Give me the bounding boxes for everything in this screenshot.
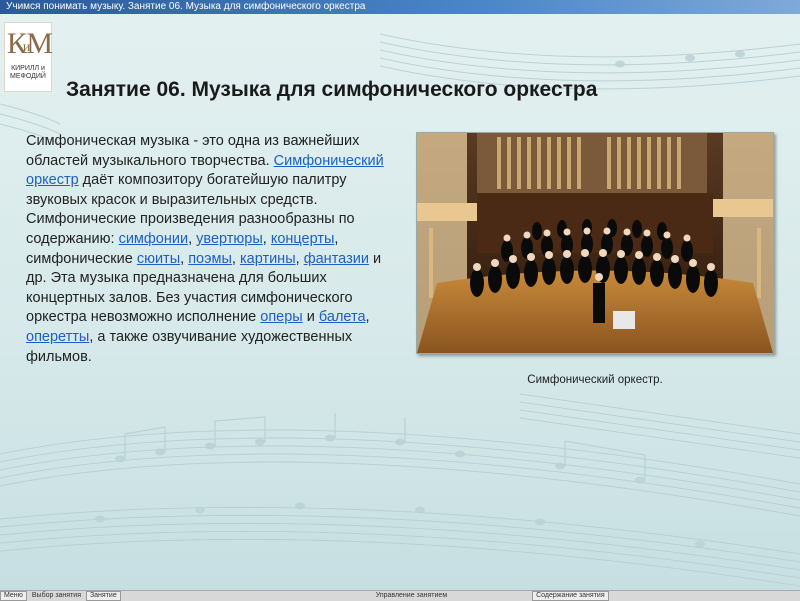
text-part: , bbox=[188, 230, 197, 247]
photo-caption: Симфонический оркестр. bbox=[527, 374, 663, 386]
logo-name-line1: КИРИЛЛ и bbox=[11, 65, 45, 72]
orchestra-photo bbox=[416, 132, 774, 354]
link-symphonies[interactable]: симфонии bbox=[119, 231, 189, 247]
text-part: , bbox=[365, 309, 370, 326]
link-poems[interactable]: поэмы bbox=[188, 251, 232, 267]
text-part: и bbox=[302, 309, 319, 326]
link-fantasies[interactable]: фантазии bbox=[304, 251, 369, 267]
link-concertos[interactable]: концерты bbox=[271, 231, 335, 247]
text-part: , bbox=[295, 250, 304, 267]
logo-name-line2: МЕФОДИЙ bbox=[10, 73, 46, 80]
logo-monogram: КиМ bbox=[6, 27, 53, 60]
lesson-heading: Занятие 06. Музыка для симфонического ор… bbox=[66, 78, 598, 101]
link-operettas[interactable]: оперетты bbox=[26, 329, 89, 345]
link-ballets[interactable]: балета bbox=[319, 309, 366, 325]
text-part: , bbox=[231, 250, 240, 267]
link-pictures[interactable]: картины bbox=[240, 251, 296, 267]
window-titlebar: Учимся понимать музыку. Занятие 06. Музы… bbox=[0, 0, 800, 14]
link-overtures[interactable]: увертюры bbox=[196, 231, 263, 247]
lesson-text: Симфоническая музыка - это одна из важне… bbox=[26, 132, 386, 367]
publisher-logo: КиМ КИРИЛЛ и МЕФОДИЙ bbox=[4, 22, 53, 92]
window-title: Учимся понимать музыку. Занятие 06. Музы… bbox=[6, 1, 366, 12]
link-operas[interactable]: оперы bbox=[260, 309, 302, 325]
orchestra-illustration bbox=[417, 133, 773, 353]
text-part: , bbox=[262, 230, 271, 247]
text-part: , bbox=[180, 250, 189, 267]
bottom-toolbar: Меню Выбор занятия Занятие Управление за… bbox=[0, 590, 800, 601]
link-suites[interactable]: сюиты bbox=[137, 251, 180, 267]
